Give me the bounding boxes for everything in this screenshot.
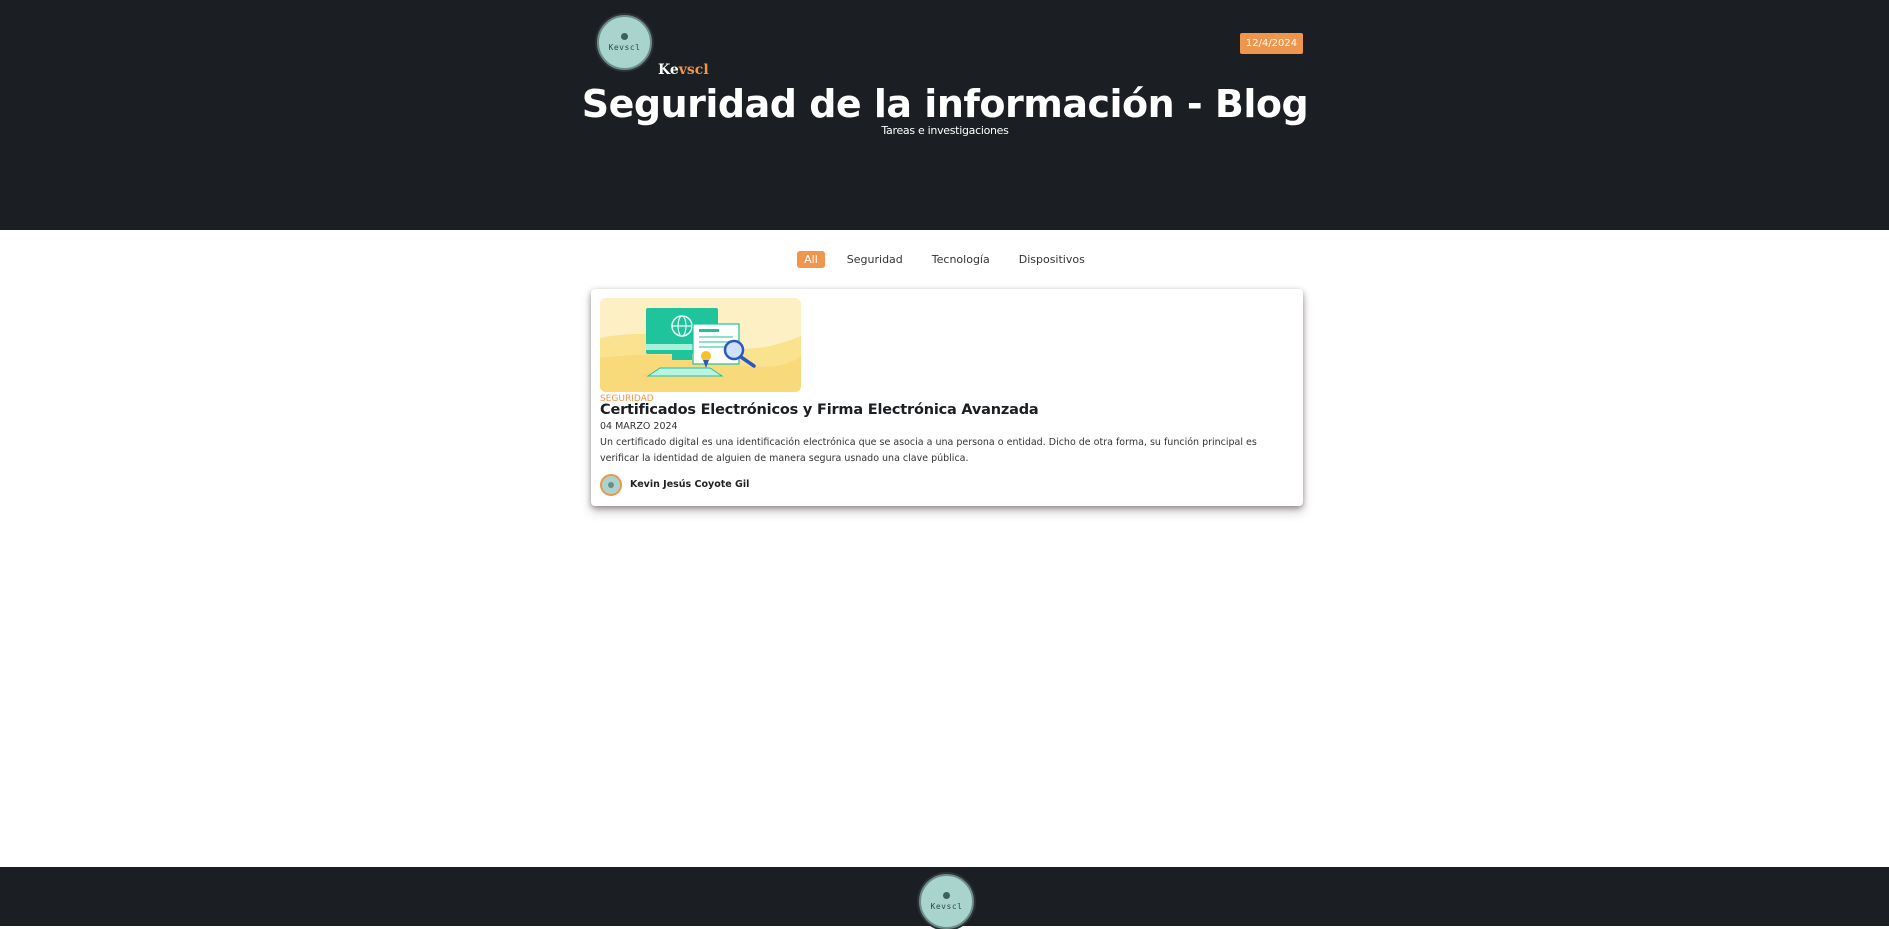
- footer-logo[interactable]: Kevscl: [919, 874, 974, 929]
- category-filters: All Seguridad Tecnología Dispositivos: [0, 251, 1889, 268]
- author-name: Kevin Jesús Coyote Gil: [630, 479, 750, 490]
- footer-logo-text: Kevscl: [930, 902, 963, 911]
- filter-seguridad[interactable]: Seguridad: [840, 251, 910, 268]
- post-thumbnail[interactable]: [600, 298, 801, 392]
- brand-part-2: vscl: [678, 62, 709, 78]
- filter-tecnologia[interactable]: Tecnología: [925, 251, 997, 268]
- filter-all[interactable]: All: [797, 251, 825, 268]
- site-logo[interactable]: Kevscl: [597, 15, 652, 70]
- filter-dispositivos[interactable]: Dispositivos: [1012, 251, 1092, 268]
- brand-part-1: Ke: [658, 62, 679, 78]
- brand-name[interactable]: Kevscl: [658, 62, 709, 78]
- page-title: Seguridad de la información - Blog: [581, 82, 1309, 126]
- logo-text: Kevscl: [608, 43, 641, 52]
- logo-mark-icon: [621, 33, 628, 40]
- post-date: 04 MARZO 2024: [600, 421, 678, 432]
- author-avatar: [600, 474, 622, 496]
- date-badge: 12/4/2024: [1240, 33, 1303, 54]
- post-excerpt: Un certificado digital es una identifica…: [600, 437, 1257, 464]
- page-subtitle: Tareas e investigaciones: [881, 124, 1009, 137]
- certificate-computer-illustration-icon: [600, 298, 801, 392]
- logo-mark-icon: [943, 892, 950, 899]
- site-header: Kevscl Kevscl 12/4/2024 Seguridad de la …: [0, 0, 1889, 230]
- post-card[interactable]: SEGURIDAD Certificados Electrónicos y Fi…: [591, 289, 1303, 506]
- post-title[interactable]: Certificados Electrónicos y Firma Electr…: [600, 402, 1039, 418]
